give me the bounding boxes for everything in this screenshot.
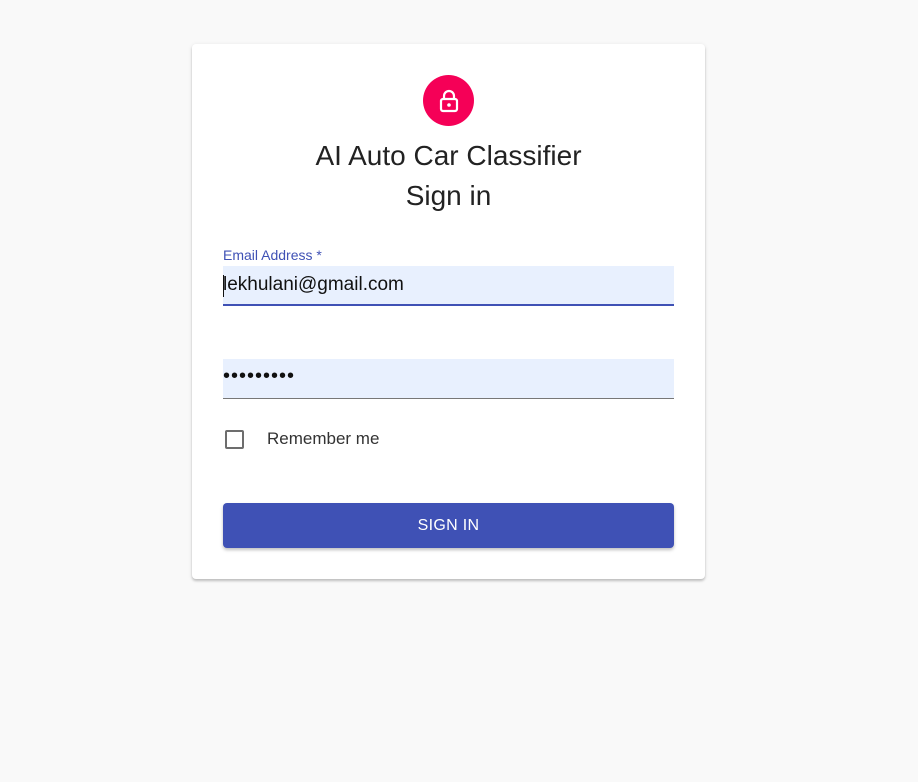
- page: AI Auto Car Classifier Sign in Email Add…: [0, 0, 918, 782]
- password-field[interactable]: •••••••••: [223, 359, 674, 399]
- email-field-value: lekhulani@gmail.com: [223, 274, 404, 295]
- lock-icon: [439, 89, 458, 112]
- sign-in-card: AI Auto Car Classifier Sign in Email Add…: [192, 44, 705, 579]
- email-field[interactable]: lekhulani@gmail.com: [223, 266, 674, 306]
- sign-in-button[interactable]: SIGN IN: [223, 503, 674, 548]
- page-title: Sign in: [405, 180, 492, 211]
- remember-me-control[interactable]: Remember me: [223, 429, 379, 449]
- avatar: [423, 75, 474, 126]
- password-field-value: •••••••••: [223, 365, 296, 387]
- app-title: AI Auto Car Classifier: [315, 140, 582, 171]
- email-field-label: Email Address *: [223, 247, 322, 263]
- remember-me-checkbox[interactable]: [225, 429, 244, 449]
- remember-me-label: Remember me: [267, 429, 380, 448]
